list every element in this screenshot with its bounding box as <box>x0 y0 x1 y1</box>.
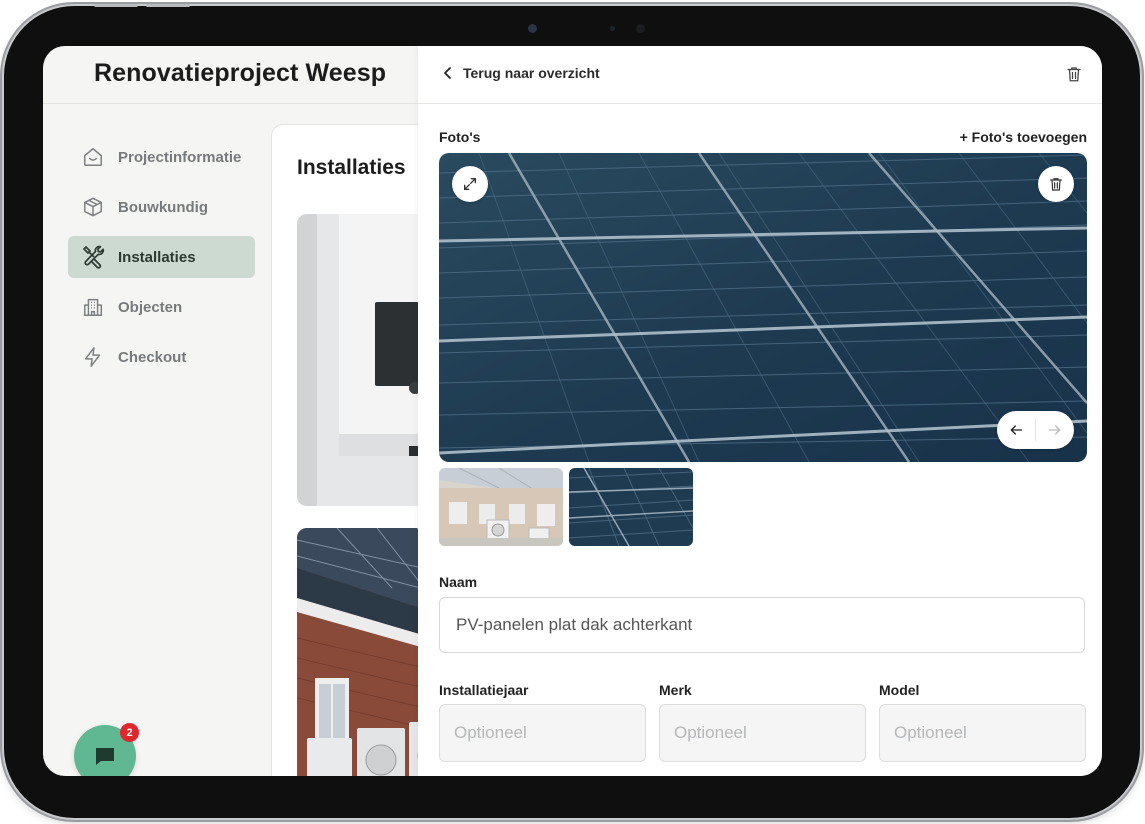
detail-panel: Terug naar overzicht Foto's + Foto's toe… <box>418 46 1102 776</box>
sidebar-item-label: Objecten <box>118 298 183 316</box>
main-photo <box>439 153 1087 462</box>
installatiejaar-input[interactable]: Optioneel <box>439 704 646 762</box>
chevron-left-icon <box>444 67 451 79</box>
building-icon <box>81 295 105 319</box>
arrow-left-icon <box>1010 425 1022 435</box>
sidebar-item-bouwkundig[interactable]: Bouwkundig <box>68 186 255 228</box>
chat-badge: 2 <box>120 723 139 742</box>
photo-thumbnail-selected[interactable] <box>569 468 693 546</box>
volume-button <box>146 4 190 7</box>
merk-input[interactable]: Optioneel <box>659 704 866 762</box>
sidebar-item-label: Bouwkundig <box>118 198 208 216</box>
next-photo-button[interactable] <box>1036 411 1074 449</box>
delete-installation-button[interactable] <box>1065 65 1083 88</box>
expand-icon <box>464 178 476 190</box>
arrow-right-icon <box>1049 425 1061 435</box>
panel-header: Terug naar overzicht <box>418 46 1102 104</box>
sidebar-item-label: Installaties <box>118 248 196 266</box>
add-photos-button[interactable]: + Foto's toevoegen <box>960 129 1087 145</box>
lightning-icon <box>81 345 105 369</box>
sidebar-item-checkout[interactable]: Checkout <box>68 336 255 378</box>
photos-label: Foto's <box>439 129 481 145</box>
home-icon <box>81 145 105 169</box>
sidebar-item-objecten[interactable]: Objecten <box>68 286 255 328</box>
page-title: Installaties <box>297 156 406 179</box>
screen: Renovatieproject Weesp Projectinformatie… <box>43 46 1102 776</box>
merk-label: Merk <box>659 682 692 698</box>
previous-photo-button[interactable] <box>997 411 1035 449</box>
chat-icon <box>96 748 114 765</box>
model-input[interactable]: Optioneel <box>879 704 1086 762</box>
sidebar-nav: Projectinformatie Bouwkundig Installatie… <box>68 136 255 386</box>
sidebar-item-label: Checkout <box>118 348 187 366</box>
delete-photo-button[interactable] <box>1038 166 1074 202</box>
tools-icon <box>81 245 105 269</box>
trash-icon <box>1067 67 1081 82</box>
photo-thumbnail[interactable] <box>439 468 563 546</box>
expand-photo-button[interactable] <box>452 166 488 202</box>
project-title: Renovatieproject Weesp <box>94 59 387 87</box>
trash-icon <box>1050 178 1062 191</box>
back-button[interactable]: Terug naar overzicht <box>442 65 600 81</box>
naam-label: Naam <box>439 574 478 590</box>
naam-input[interactable]: PV-panelen plat dak achterkant <box>439 597 1085 653</box>
back-label: Terug naar overzicht <box>463 65 600 81</box>
volume-button <box>94 4 138 7</box>
box-icon <box>81 195 105 219</box>
sidebar-item-label: Projectinformatie <box>118 148 242 166</box>
sidebar-item-installaties[interactable]: Installaties <box>68 236 255 278</box>
model-label: Model <box>879 682 920 698</box>
photo-navigation <box>997 411 1074 449</box>
sidebar-item-projectinformatie[interactable]: Projectinformatie <box>68 136 255 178</box>
installatiejaar-label: Installatiejaar <box>439 682 529 698</box>
camera-bar <box>478 22 670 36</box>
